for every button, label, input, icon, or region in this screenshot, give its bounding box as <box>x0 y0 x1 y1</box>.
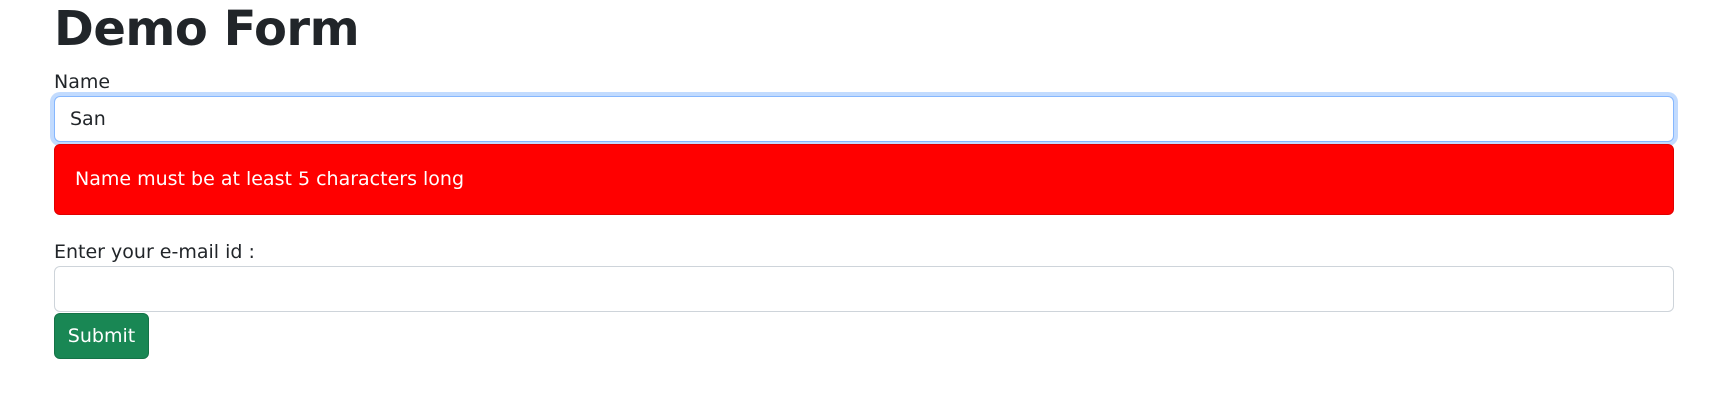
email-label: Enter your e-mail id : <box>54 241 255 263</box>
submit-button[interactable]: Submit <box>54 313 149 359</box>
name-input[interactable] <box>54 96 1674 142</box>
name-label: Name <box>54 71 111 93</box>
name-error-alert: Name must be at least 5 characters long <box>54 144 1674 215</box>
email-input[interactable] <box>54 266 1674 312</box>
page-title: Demo Form <box>54 1 360 57</box>
